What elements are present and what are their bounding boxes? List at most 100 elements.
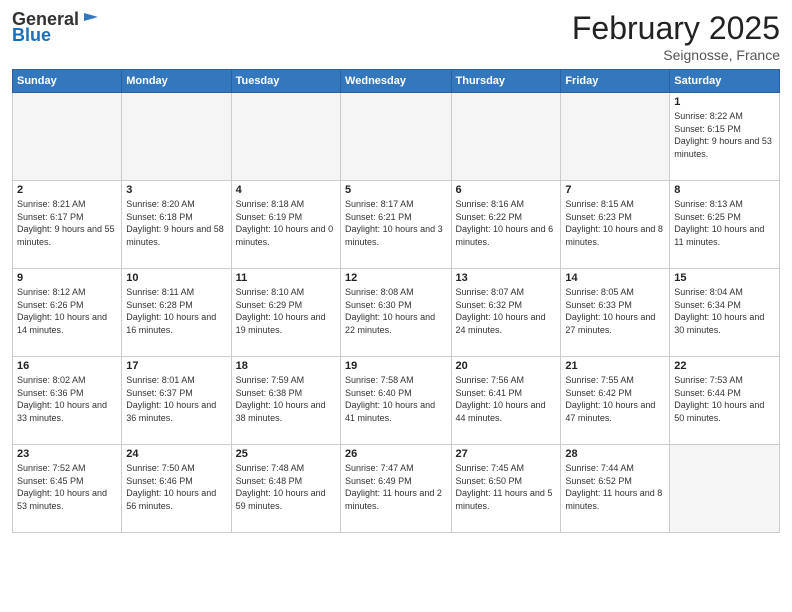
day-number: 7 [565, 184, 665, 196]
table-cell: 27 Sunrise: 7:45 AM Sunset: 6:50 PM Dayli… [451, 445, 561, 533]
day-info: Sunrise: 7:56 AM Sunset: 6:41 PM Dayligh… [456, 374, 557, 424]
day-info: Sunrise: 8:17 AM Sunset: 6:21 PM Dayligh… [345, 198, 446, 248]
day-number: 8 [674, 184, 775, 196]
table-cell: 3 Sunrise: 8:20 AM Sunset: 6:18 PM Daylig… [122, 181, 231, 269]
day-info: Sunrise: 8:08 AM Sunset: 6:30 PM Dayligh… [345, 286, 446, 336]
table-cell: 6 Sunrise: 8:16 AM Sunset: 6:22 PM Daylig… [451, 181, 561, 269]
table-cell: 21 Sunrise: 7:55 AM Sunset: 6:42 PM Dayli… [561, 357, 670, 445]
day-info: Sunrise: 7:45 AM Sunset: 6:50 PM Dayligh… [456, 462, 557, 512]
day-info: Sunrise: 8:15 AM Sunset: 6:23 PM Dayligh… [565, 198, 665, 248]
day-info: Sunrise: 7:47 AM Sunset: 6:49 PM Dayligh… [345, 462, 446, 512]
table-cell: 17 Sunrise: 8:01 AM Sunset: 6:37 PM Dayli… [122, 357, 231, 445]
day-number: 9 [17, 272, 117, 284]
day-number: 10 [126, 272, 226, 284]
day-info: Sunrise: 8:02 AM Sunset: 6:36 PM Dayligh… [17, 374, 117, 424]
table-cell: 22 Sunrise: 7:53 AM Sunset: 6:44 PM Dayli… [670, 357, 780, 445]
table-cell: 25 Sunrise: 7:48 AM Sunset: 6:48 PM Dayli… [231, 445, 340, 533]
day-number: 12 [345, 272, 446, 284]
table-cell: 19Sunrise: 7:58 AM Sunset: 6:40 PM Dayli… [341, 357, 451, 445]
page-container: General Blue February 2025 Seignosse, Fr… [0, 0, 792, 543]
day-number: 5 [345, 184, 446, 196]
col-thursday: Thursday [451, 70, 561, 93]
day-number: 20 [456, 360, 557, 372]
day-info: Sunrise: 8:07 AM Sunset: 6:32 PM Dayligh… [456, 286, 557, 336]
calendar-week-3: 9 Sunrise: 8:12 AM Sunset: 6:26 PM Daylig… [13, 269, 780, 357]
col-sunday: Sunday [13, 70, 122, 93]
subtitle: Seignosse, France [572, 47, 780, 63]
table-cell: 15 Sunrise: 8:04 AM Sunset: 6:34 PM Dayli… [670, 269, 780, 357]
day-info: Sunrise: 7:44 AM Sunset: 6:52 PM Dayligh… [565, 462, 665, 512]
table-cell: 16 Sunrise: 8:02 AM Sunset: 6:36 PM Dayli… [13, 357, 122, 445]
table-cell [451, 93, 561, 181]
day-info: Sunrise: 7:59 AM Sunset: 6:38 PM Dayligh… [236, 374, 336, 424]
title-block: February 2025 Seignosse, France [572, 10, 780, 63]
col-friday: Friday [561, 70, 670, 93]
table-cell: 7 Sunrise: 8:15 AM Sunset: 6:23 PM Daylig… [561, 181, 670, 269]
day-info: Sunrise: 8:10 AM Sunset: 6:29 PM Dayligh… [236, 286, 336, 336]
table-cell: 5 Sunrise: 8:17 AM Sunset: 6:21 PM Daylig… [341, 181, 451, 269]
col-wednesday: Wednesday [341, 70, 451, 93]
day-number: 13 [456, 272, 557, 284]
day-info: Sunrise: 7:52 AM Sunset: 6:45 PM Dayligh… [17, 462, 117, 512]
day-info: Sunrise: 8:22 AM Sunset: 6:15 PM Dayligh… [674, 110, 775, 160]
day-info: Sunrise: 8:13 AM Sunset: 6:25 PM Dayligh… [674, 198, 775, 248]
table-cell: 28Sunrise: 7:44 AM Sunset: 6:52 PM Dayli… [561, 445, 670, 533]
month-title: February 2025 [572, 10, 780, 47]
day-number: 2 [17, 184, 117, 196]
table-cell: 13 Sunrise: 8:07 AM Sunset: 6:32 PM Dayli… [451, 269, 561, 357]
day-number: 26 [345, 448, 446, 460]
logo: General Blue [12, 10, 100, 46]
day-number: 27 [456, 448, 557, 460]
day-number: 6 [456, 184, 557, 196]
calendar-header-row: Sunday Monday Tuesday Wednesday Thursday… [13, 70, 780, 93]
table-cell [122, 93, 231, 181]
day-info: Sunrise: 8:05 AM Sunset: 6:33 PM Dayligh… [565, 286, 665, 336]
day-number: 17 [126, 360, 226, 372]
day-info: Sunrise: 7:58 AM Sunset: 6:40 PM Dayligh… [345, 374, 446, 424]
header: General Blue February 2025 Seignosse, Fr… [12, 10, 780, 63]
day-number: 22 [674, 360, 775, 372]
day-info: Sunrise: 7:53 AM Sunset: 6:44 PM Dayligh… [674, 374, 775, 424]
day-number: 1 [674, 96, 775, 108]
day-number: 15 [674, 272, 775, 284]
day-number: 21 [565, 360, 665, 372]
day-info: Sunrise: 8:18 AM Sunset: 6:19 PM Dayligh… [236, 198, 336, 248]
day-number: 23 [17, 448, 117, 460]
day-info: Sunrise: 8:12 AM Sunset: 6:26 PM Dayligh… [17, 286, 117, 336]
day-info: Sunrise: 7:55 AM Sunset: 6:42 PM Dayligh… [565, 374, 665, 424]
table-cell: 14 Sunrise: 8:05 AM Sunset: 6:33 PM Dayli… [561, 269, 670, 357]
day-number: 25 [236, 448, 336, 460]
day-number: 4 [236, 184, 336, 196]
table-cell [231, 93, 340, 181]
table-cell [670, 445, 780, 533]
day-info: Sunrise: 8:04 AM Sunset: 6:34 PM Dayligh… [674, 286, 775, 336]
day-info: Sunrise: 7:50 AM Sunset: 6:46 PM Dayligh… [126, 462, 226, 512]
calendar-week-4: 16 Sunrise: 8:02 AM Sunset: 6:36 PM Dayli… [13, 357, 780, 445]
table-cell: 2Sunrise: 8:21 AM Sunset: 6:17 PM Daylig… [13, 181, 122, 269]
day-info: Sunrise: 8:16 AM Sunset: 6:22 PM Dayligh… [456, 198, 557, 248]
table-cell: 26 Sunrise: 7:47 AM Sunset: 6:49 PM Dayli… [341, 445, 451, 533]
table-cell [13, 93, 122, 181]
table-cell: 10 Sunrise: 8:11 AM Sunset: 6:28 PM Dayli… [122, 269, 231, 357]
day-info: Sunrise: 8:11 AM Sunset: 6:28 PM Dayligh… [126, 286, 226, 336]
table-cell: 20 Sunrise: 7:56 AM Sunset: 6:41 PM Dayli… [451, 357, 561, 445]
table-cell [561, 93, 670, 181]
day-info: Sunrise: 8:20 AM Sunset: 6:18 PM Dayligh… [126, 198, 226, 248]
calendar-week-5: 23 Sunrise: 7:52 AM Sunset: 6:45 PM Dayli… [13, 445, 780, 533]
day-number: 16 [17, 360, 117, 372]
table-cell: 24 Sunrise: 7:50 AM Sunset: 6:46 PM Dayli… [122, 445, 231, 533]
table-cell [341, 93, 451, 181]
col-tuesday: Tuesday [231, 70, 340, 93]
calendar-week-2: 2Sunrise: 8:21 AM Sunset: 6:17 PM Daylig… [13, 181, 780, 269]
day-number: 11 [236, 272, 336, 284]
logo-flag-icon [80, 11, 100, 27]
day-number: 3 [126, 184, 226, 196]
day-number: 14 [565, 272, 665, 284]
logo-blue-text: Blue [12, 26, 51, 46]
day-info: Sunrise: 7:48 AM Sunset: 6:48 PM Dayligh… [236, 462, 336, 512]
table-cell: 9 Sunrise: 8:12 AM Sunset: 6:26 PM Daylig… [13, 269, 122, 357]
day-info: Sunrise: 8:01 AM Sunset: 6:37 PM Dayligh… [126, 374, 226, 424]
col-saturday: Saturday [670, 70, 780, 93]
day-number: 24 [126, 448, 226, 460]
table-cell: 12 Sunrise: 8:08 AM Sunset: 6:30 PM Dayli… [341, 269, 451, 357]
